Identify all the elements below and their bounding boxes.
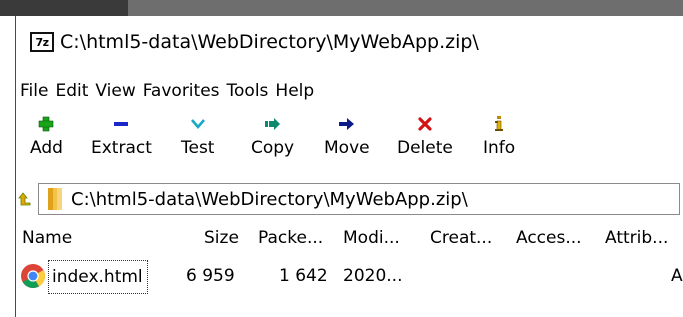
move-icon xyxy=(335,114,359,134)
column-modified[interactable]: Modi... xyxy=(343,228,400,248)
toolbar: Add Extract Test Copy Move Delete Info xyxy=(16,114,683,172)
delete-button[interactable]: Delete xyxy=(397,114,453,158)
column-attributes[interactable]: Attrib... xyxy=(605,228,668,248)
copy-label: Copy xyxy=(251,138,295,158)
file-packed-size: 1 642 xyxy=(279,266,328,286)
address-bar[interactable]: C:\html5-data\WebDirectory\MyWebApp.zip\ xyxy=(38,183,680,215)
window-title: C:\html5-data\WebDirectory\MyWebApp.zip\ xyxy=(60,31,479,53)
info-icon xyxy=(487,114,511,134)
file-modified: 2020... xyxy=(343,266,403,286)
add-icon xyxy=(34,114,58,134)
sevenzip-app-icon: 7z xyxy=(30,32,54,52)
column-created[interactable]: Creat... xyxy=(430,228,492,248)
file-list-header: Name Size Packe... Modi... Creat... Acce… xyxy=(16,228,683,254)
move-label: Move xyxy=(324,138,370,158)
address-row: C:\html5-data\WebDirectory\MyWebApp.zip\ xyxy=(16,182,683,216)
add-label: Add xyxy=(30,138,63,158)
delete-label: Delete xyxy=(397,138,453,158)
address-path: C:\html5-data\WebDirectory\MyWebApp.zip\ xyxy=(71,188,468,210)
add-button[interactable]: Add xyxy=(30,114,63,158)
column-packed[interactable]: Packe... xyxy=(258,228,323,248)
file-attributes: A xyxy=(671,266,683,286)
info-label: Info xyxy=(483,138,516,158)
folder-icon xyxy=(47,187,63,211)
menu-bar: File Edit View Favorites Tools Help xyxy=(16,78,317,104)
background-window-strip xyxy=(0,0,683,16)
file-name: index.html xyxy=(52,267,143,287)
menu-file[interactable]: File xyxy=(16,81,51,101)
table-row[interactable]: index.html 6 959 1 642 2020... A xyxy=(16,260,683,296)
column-name[interactable]: Name xyxy=(22,228,72,248)
file-name-cell[interactable]: index.html xyxy=(48,260,148,294)
menu-help[interactable]: Help xyxy=(271,81,317,101)
menu-view[interactable]: View xyxy=(91,81,138,101)
column-size[interactable]: Size xyxy=(204,228,239,248)
info-button[interactable]: Info xyxy=(483,114,515,158)
column-accessed[interactable]: Acces... xyxy=(516,228,582,248)
move-button[interactable]: Move xyxy=(324,114,370,158)
test-label: Test xyxy=(181,138,215,158)
background-window-dark-area xyxy=(0,0,128,16)
menu-edit[interactable]: Edit xyxy=(51,81,91,101)
sevenzip-window: 7z C:\html5-data\WebDirectory\MyWebApp.z… xyxy=(15,16,683,317)
extract-label: Extract xyxy=(91,138,152,158)
test-icon xyxy=(186,114,210,134)
copy-icon xyxy=(261,114,285,134)
title-bar[interactable]: 7z C:\html5-data\WebDirectory\MyWebApp.z… xyxy=(16,16,683,68)
menu-tools[interactable]: Tools xyxy=(223,81,272,101)
menu-favorites[interactable]: Favorites xyxy=(139,81,223,101)
copy-button[interactable]: Copy xyxy=(251,114,294,158)
delete-icon xyxy=(413,114,437,134)
extract-button[interactable]: Extract xyxy=(91,114,152,158)
test-button[interactable]: Test xyxy=(181,114,214,158)
chrome-icon xyxy=(20,263,46,289)
up-folder-icon[interactable] xyxy=(18,191,32,207)
extract-icon xyxy=(109,114,133,134)
file-size: 6 959 xyxy=(186,266,235,286)
